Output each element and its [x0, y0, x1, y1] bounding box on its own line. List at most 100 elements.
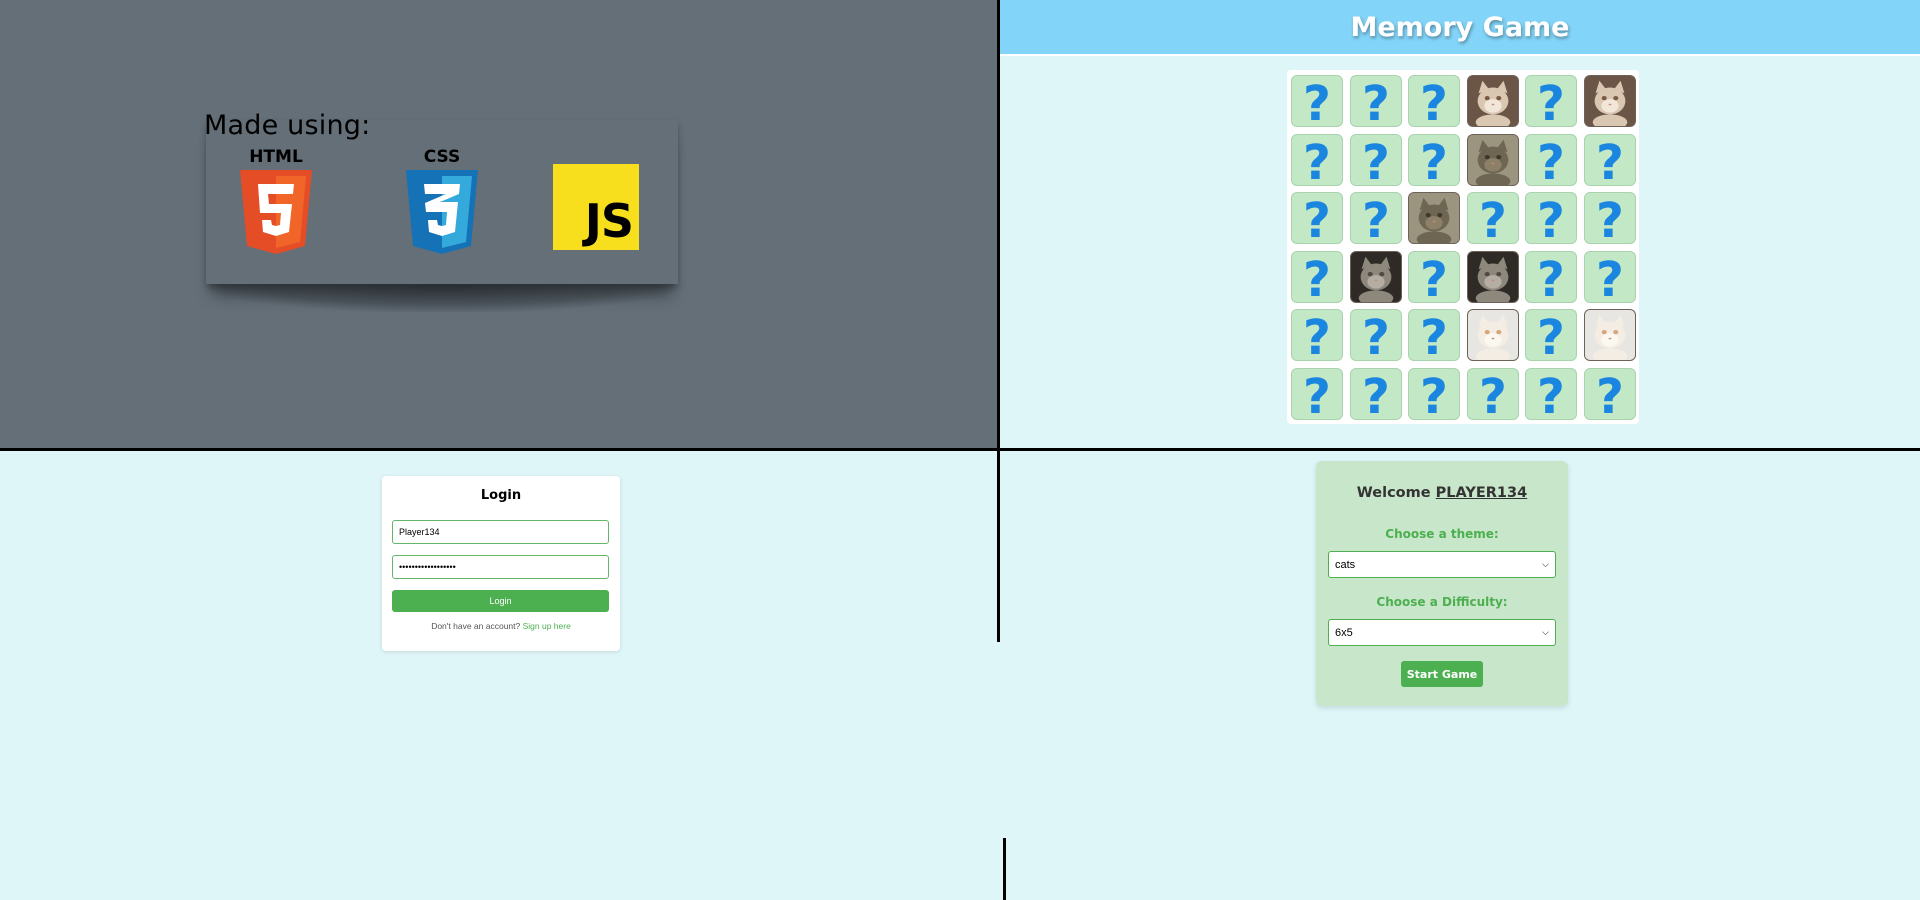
svg-text:?: ?	[1420, 252, 1448, 302]
svg-text:?: ?	[1303, 135, 1331, 185]
memory-card-hidden[interactable]: ?	[1525, 133, 1578, 186]
memory-card-hidden[interactable]: ?	[1466, 367, 1519, 420]
memory-card-revealed[interactable]	[1583, 75, 1636, 127]
memory-card-hidden[interactable]: ?	[1525, 192, 1578, 245]
question-mark-icon: ?	[1420, 311, 1448, 361]
question-mark-icon: ?	[1303, 193, 1331, 243]
question-mark-icon: ?	[1537, 193, 1565, 243]
svg-text:?: ?	[1362, 311, 1390, 361]
svg-text:?: ?	[1596, 252, 1624, 302]
memory-card-hidden[interactable]: ?	[1525, 250, 1578, 303]
css-logo-label: CSS	[424, 147, 461, 167]
memory-card-hidden[interactable]: ?	[1583, 192, 1636, 245]
memory-card-hidden[interactable]: ?	[1525, 75, 1578, 127]
game-setup-card: Welcome PLAYER134 Choose a theme: cats ⌵…	[1316, 461, 1568, 706]
memory-card-hidden[interactable]: ?	[1408, 367, 1461, 420]
memory-card-hidden[interactable]: ?	[1291, 309, 1343, 362]
memory-card-hidden[interactable]: ?	[1291, 75, 1343, 127]
game-title: Memory Game	[1350, 11, 1570, 43]
memory-card-hidden[interactable]: ?	[1408, 309, 1461, 362]
svg-text:?: ?	[1537, 193, 1565, 243]
memory-card-revealed[interactable]	[1466, 133, 1519, 186]
login-button[interactable]: Login	[392, 590, 609, 612]
cat-wine-icon	[1467, 134, 1518, 185]
theme-label: Choose a theme:	[1385, 527, 1499, 541]
memory-card-hidden[interactable]: ?	[1349, 192, 1402, 245]
question-mark-icon: ?	[1362, 76, 1390, 126]
question-mark-icon: ?	[1362, 369, 1390, 419]
js-logo-label: JS	[584, 194, 634, 248]
svg-text:?: ?	[1420, 76, 1448, 126]
memory-card-hidden[interactable]: ?	[1349, 367, 1402, 420]
memory-card-hidden[interactable]: ?	[1291, 133, 1343, 186]
memory-card-hidden[interactable]: ?	[1291, 367, 1343, 420]
difficulty-label: Choose a Difficulty:	[1376, 595, 1508, 609]
memory-card-revealed[interactable]	[1466, 250, 1519, 303]
memory-card-hidden[interactable]: ?	[1466, 192, 1519, 245]
memory-card-hidden[interactable]: ?	[1349, 133, 1402, 186]
difficulty-select-value: 6x5	[1335, 626, 1353, 639]
difficulty-select[interactable]: 6x5 ⌵	[1328, 619, 1556, 646]
question-mark-icon: ?	[1362, 193, 1390, 243]
memory-card-revealed[interactable]	[1466, 75, 1519, 127]
cat-kitten-icon	[1584, 310, 1635, 361]
theme-select-value: cats	[1335, 558, 1356, 571]
html-logo-label: HTML	[249, 147, 303, 167]
question-mark-icon: ?	[1596, 135, 1624, 185]
memory-card-hidden[interactable]: ?	[1291, 250, 1343, 303]
javascript-icon: JS	[553, 164, 639, 250]
memory-card-hidden[interactable]: ?	[1525, 309, 1578, 362]
question-mark-icon: ?	[1362, 135, 1390, 185]
question-mark-icon: ?	[1537, 135, 1565, 185]
start-game-button[interactable]: Start Game	[1401, 661, 1483, 687]
question-mark-icon: ?	[1420, 369, 1448, 419]
question-mark-icon: ?	[1537, 311, 1565, 361]
memory-card-hidden[interactable]: ?	[1583, 250, 1636, 303]
cat-tabby-icon	[1467, 251, 1518, 302]
memory-card-revealed[interactable]	[1466, 309, 1519, 362]
memory-card-revealed[interactable]	[1349, 250, 1402, 303]
chevron-down-icon: ⌵	[1542, 627, 1549, 637]
svg-text:?: ?	[1362, 135, 1390, 185]
svg-text:?: ?	[1303, 311, 1331, 361]
game-board: ????????????????????????????	[1287, 70, 1639, 424]
question-mark-icon: ?	[1596, 193, 1624, 243]
memory-card-revealed[interactable]	[1408, 192, 1461, 245]
question-mark-icon: ?	[1303, 311, 1331, 361]
memory-card-hidden[interactable]: ?	[1408, 133, 1461, 186]
signup-prompt-text: Don't have an account?	[431, 621, 521, 631]
question-mark-icon: ?	[1479, 369, 1507, 419]
login-card: Login Login Don't have an account? Sign …	[382, 476, 620, 651]
svg-text:?: ?	[1303, 76, 1331, 126]
chevron-down-icon: ⌵	[1542, 559, 1549, 569]
memory-card-hidden[interactable]: ?	[1408, 250, 1461, 303]
memory-card-hidden[interactable]: ?	[1583, 367, 1636, 420]
memory-card-revealed[interactable]	[1583, 309, 1636, 362]
game-panel: Memory Game ????????????????????????????	[1000, 0, 1920, 448]
memory-card-hidden[interactable]: ?	[1291, 192, 1343, 245]
svg-text:?: ?	[1362, 76, 1390, 126]
svg-text:?: ?	[1303, 369, 1331, 419]
memory-card-hidden[interactable]: ?	[1349, 75, 1402, 127]
svg-text:?: ?	[1303, 252, 1331, 302]
question-mark-icon: ?	[1420, 76, 1448, 126]
question-mark-icon: ?	[1420, 135, 1448, 185]
question-mark-icon: ?	[1303, 76, 1331, 126]
svg-text:?: ?	[1362, 369, 1390, 419]
question-mark-icon: ?	[1362, 311, 1390, 361]
memory-card-hidden[interactable]: ?	[1525, 367, 1578, 420]
svg-text:?: ?	[1596, 193, 1624, 243]
username-input[interactable]	[392, 520, 609, 544]
memory-card-hidden[interactable]: ?	[1408, 75, 1461, 127]
password-input[interactable]	[392, 555, 609, 579]
memory-card-hidden[interactable]: ?	[1349, 309, 1402, 362]
divider-vertical-bottom	[1003, 838, 1006, 900]
html5-icon: HTML	[240, 147, 312, 254]
svg-text:?: ?	[1537, 311, 1565, 361]
memory-card-hidden[interactable]: ?	[1583, 133, 1636, 186]
signup-link[interactable]: Sign up here	[523, 621, 571, 631]
theme-select[interactable]: cats ⌵	[1328, 551, 1556, 578]
made-using-title: Made using:	[204, 110, 371, 141]
welcome-heading: Welcome PLAYER134	[1316, 485, 1568, 501]
svg-text:?: ?	[1420, 135, 1448, 185]
